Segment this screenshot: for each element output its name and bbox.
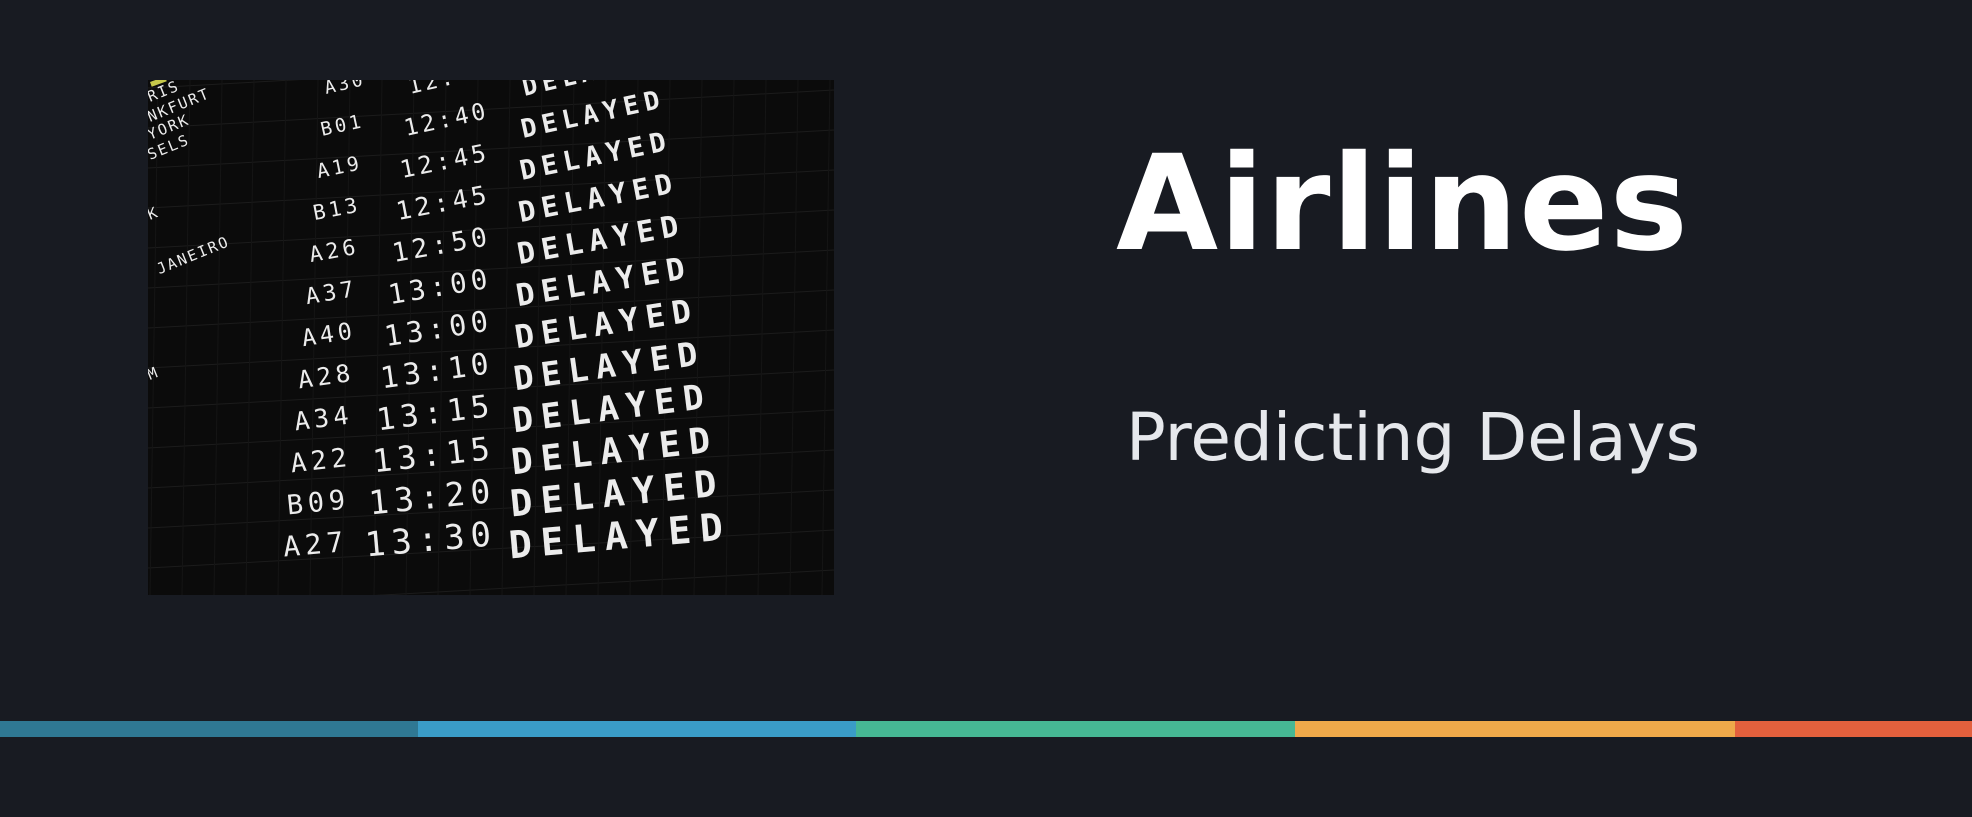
slide: RISNKFURTYORKSELSKJANEIROMA3012:DELAB011… bbox=[0, 0, 1972, 817]
stripe-segment-4 bbox=[1295, 721, 1735, 737]
slide-subtitle: Predicting Delays bbox=[1126, 399, 1701, 476]
stripe-segment-1 bbox=[0, 721, 418, 737]
gate-text: B09 bbox=[285, 484, 351, 521]
color-stripe bbox=[0, 721, 1972, 737]
slide-title: Airlines bbox=[1116, 127, 1690, 281]
stripe-segment-5 bbox=[1735, 721, 1972, 737]
stripe-segment-2 bbox=[418, 721, 856, 737]
gate-text: A27 bbox=[282, 525, 350, 564]
departure-board-photo: RISNKFURTYORKSELSKJANEIROMA3012:DELAB011… bbox=[148, 80, 834, 595]
stripe-segment-3 bbox=[856, 721, 1295, 737]
departure-board-image: RISNKFURTYORKSELSKJANEIROMA3012:DELAB011… bbox=[148, 80, 834, 595]
